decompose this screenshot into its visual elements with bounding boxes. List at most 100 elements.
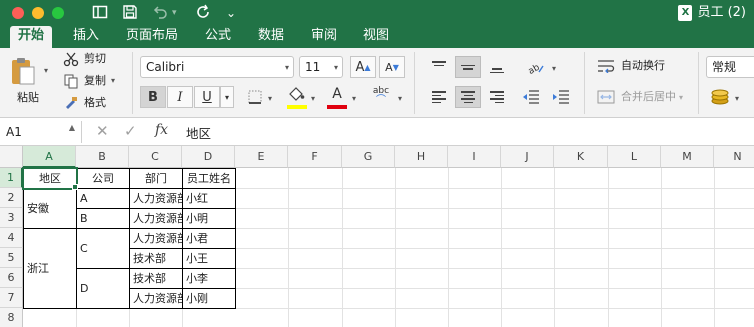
row-header-2[interactable]: 2 bbox=[0, 188, 23, 208]
phonetic-dropdown-icon[interactable]: ▾ bbox=[398, 94, 402, 103]
cell-b2[interactable]: A bbox=[77, 189, 129, 208]
column-header-l[interactable]: L bbox=[608, 146, 661, 168]
row-header-7[interactable]: 7 bbox=[0, 288, 23, 308]
accounting-dropdown-icon[interactable]: ▾ bbox=[735, 94, 739, 103]
cell-d1[interactable]: 员工姓名 bbox=[183, 169, 235, 188]
borders-dropdown-icon[interactable]: ▾ bbox=[268, 94, 272, 103]
column-header-g[interactable]: G bbox=[342, 146, 395, 168]
cell-c7[interactable]: 人力资源部 bbox=[130, 289, 182, 308]
paste-dropdown-icon[interactable]: ▾ bbox=[44, 66, 48, 75]
zoom-window-button[interactable] bbox=[52, 7, 64, 19]
format-painter-label[interactable]: 格式 bbox=[84, 96, 106, 110]
undo-icon[interactable] bbox=[152, 4, 168, 24]
cell-c6[interactable]: 技术部 bbox=[130, 269, 182, 288]
align-center-button[interactable] bbox=[455, 86, 481, 108]
column-header-i[interactable]: I bbox=[448, 146, 501, 168]
underline-button[interactable]: U bbox=[194, 86, 220, 108]
row-header-5[interactable]: 5 bbox=[0, 248, 23, 268]
cell-d2[interactable]: 小红 bbox=[183, 189, 235, 208]
cell-b1[interactable]: 公司 bbox=[77, 169, 129, 188]
cell-c2[interactable]: 人力资源部 bbox=[130, 189, 182, 208]
borders-icon[interactable] bbox=[244, 86, 266, 108]
align-left-button[interactable] bbox=[426, 86, 452, 108]
row-header-1[interactable]: 1 bbox=[0, 168, 23, 188]
cell-c5[interactable]: 技术部 bbox=[130, 249, 182, 268]
tab-formulas[interactable]: 公式 bbox=[204, 26, 232, 48]
column-header-m[interactable]: M bbox=[661, 146, 714, 168]
wrap-text-icon[interactable] bbox=[596, 58, 616, 74]
align-middle-button[interactable] bbox=[455, 56, 481, 78]
cancel-entry-icon[interactable]: ✕ bbox=[96, 122, 109, 140]
row-header-4[interactable]: 4 bbox=[0, 228, 23, 248]
cell-d6[interactable]: 小李 bbox=[183, 269, 235, 288]
accounting-format-icon[interactable] bbox=[708, 86, 732, 108]
save-icon[interactable] bbox=[122, 4, 138, 24]
sidebar-icon[interactable] bbox=[92, 4, 108, 24]
cell-d5[interactable]: 小王 bbox=[183, 249, 235, 268]
column-header-c[interactable]: C bbox=[129, 146, 182, 168]
select-all-corner[interactable] bbox=[0, 146, 23, 168]
column-header-f[interactable]: F bbox=[288, 146, 342, 168]
minimize-window-button[interactable] bbox=[32, 7, 44, 19]
column-header-a[interactable]: A bbox=[23, 146, 76, 168]
paste-icon[interactable] bbox=[8, 54, 38, 88]
close-window-button[interactable] bbox=[12, 7, 24, 19]
font-size-dropdown-icon[interactable]: ▾ bbox=[334, 63, 338, 72]
fill-handle[interactable] bbox=[72, 184, 78, 190]
orientation-dropdown-icon[interactable]: ▾ bbox=[552, 64, 556, 73]
orientation-icon[interactable]: ab bbox=[522, 56, 548, 78]
fill-color-icon[interactable] bbox=[284, 84, 308, 104]
cut-icon[interactable] bbox=[62, 51, 80, 67]
font-name-dropdown-icon[interactable]: ▾ bbox=[285, 63, 289, 72]
paste-label[interactable]: 粘贴 bbox=[17, 91, 39, 105]
cell-c3[interactable]: 人力资源部 bbox=[130, 209, 182, 228]
font-name-select[interactable]: Calibri bbox=[140, 56, 294, 78]
cell-c4[interactable]: 人力资源部 bbox=[130, 229, 182, 248]
italic-button[interactable]: I bbox=[167, 86, 193, 108]
confirm-entry-icon[interactable]: ✓ bbox=[124, 122, 137, 140]
column-header-d[interactable]: D bbox=[182, 146, 235, 168]
cell-a2-merged[interactable]: 安徽 bbox=[24, 189, 76, 228]
row-header-3[interactable]: 3 bbox=[0, 208, 23, 228]
decrease-font-size-button[interactable]: A ▼ bbox=[379, 56, 405, 78]
tab-insert[interactable]: 插入 bbox=[72, 26, 100, 48]
tab-review[interactable]: 审阅 bbox=[310, 26, 338, 48]
font-color-button[interactable]: A bbox=[326, 84, 348, 104]
increase-font-size-button[interactable]: A ▲ bbox=[350, 56, 376, 78]
cell-d3[interactable]: 小明 bbox=[183, 209, 235, 228]
align-top-button[interactable] bbox=[426, 56, 452, 78]
cell-b6-merged[interactable]: D bbox=[77, 269, 129, 308]
tab-home[interactable]: 开始 bbox=[10, 26, 53, 48]
bold-button[interactable]: B bbox=[140, 86, 166, 108]
number-format-select[interactable]: 常规 bbox=[706, 56, 754, 78]
copy-icon[interactable] bbox=[62, 73, 80, 89]
formula-input[interactable]: 地区 bbox=[186, 123, 211, 142]
column-header-k[interactable]: K bbox=[554, 146, 608, 168]
phonetic-guide-button[interactable]: abc ⌒ bbox=[368, 84, 394, 108]
column-header-n[interactable]: N bbox=[714, 146, 754, 168]
row-header-8[interactable]: 8 bbox=[0, 308, 23, 327]
tab-data[interactable]: 数据 bbox=[257, 26, 285, 48]
redo-icon[interactable] bbox=[196, 4, 212, 24]
align-right-button[interactable] bbox=[484, 86, 510, 108]
copy-dropdown-icon[interactable]: ▾ bbox=[111, 76, 115, 85]
align-bottom-button[interactable] bbox=[484, 56, 510, 78]
copy-label[interactable]: 复制 bbox=[84, 74, 106, 88]
insert-function-button[interactable]: fx bbox=[155, 122, 168, 138]
cell-b4-merged[interactable]: C bbox=[77, 229, 129, 268]
tab-page-layout[interactable]: 页面布局 bbox=[124, 26, 180, 48]
cell-b3[interactable]: B bbox=[77, 209, 129, 228]
increase-indent-icon[interactable] bbox=[548, 86, 574, 108]
merge-center-label[interactable]: 合并后居中 bbox=[621, 90, 676, 104]
column-header-b[interactable]: B bbox=[76, 146, 129, 168]
name-box[interactable]: A1 ▲▼ bbox=[0, 121, 82, 154]
worksheet-grid[interactable]: A B C D E F G H I J K L M N 1 2 3 4 5 6 … bbox=[0, 146, 754, 327]
underline-dropdown-icon[interactable]: ▾ bbox=[220, 86, 234, 108]
column-header-h[interactable]: H bbox=[395, 146, 448, 168]
decrease-indent-icon[interactable] bbox=[518, 86, 544, 108]
wrap-text-label[interactable]: 自动换行 bbox=[621, 59, 665, 73]
fill-color-dropdown-icon[interactable]: ▾ bbox=[311, 94, 315, 103]
undo-dropdown-icon[interactable]: ▾ bbox=[172, 4, 177, 22]
customize-toolbar-icon[interactable]: ⌄ bbox=[226, 4, 236, 22]
cell-c1[interactable]: 部门 bbox=[130, 169, 182, 188]
